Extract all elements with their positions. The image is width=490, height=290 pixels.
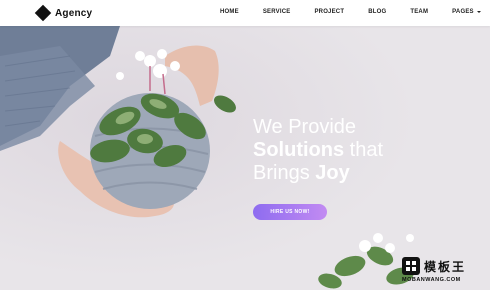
nav-pages-label: PAGES [452,9,474,15]
nav-project[interactable]: PROJECT [314,9,344,15]
site-watermark: 模板王 MOBANWANG.COM [402,256,484,286]
watermark-icon [402,257,420,275]
top-navbar: Agency HOME SERVICE PROJECT BLOG TEAM PA… [0,0,490,26]
logo-icon [34,4,52,22]
watermark-url: MOBANWANG.COM [402,277,461,283]
hero-background-image [0,26,490,290]
main-menu: HOME SERVICE PROJECT BLOG TEAM PAGES [220,9,481,15]
watermark-name: 模板王 [424,259,467,274]
hero-headline: We Provide Solutions that Brings Joy [253,116,383,185]
brand-logo[interactable]: Agency [34,4,93,22]
watermark-logo: 模板王 [402,256,484,276]
headline-joy: Joy [315,162,350,184]
headline-brings: Brings [253,162,310,184]
hero-section: We Provide Solutions that Brings Joy HIR… [0,26,490,290]
nav-home[interactable]: HOME [220,9,239,15]
nav-service[interactable]: SERVICE [263,9,291,15]
chevron-down-icon [476,11,481,13]
headline-solutions: Solutions [253,139,345,161]
headline-that: that [349,139,384,161]
nav-blog[interactable]: BLOG [368,9,386,15]
nav-pages[interactable]: PAGES [452,9,481,15]
headline-line-1: We Provide [253,116,357,138]
brand-name: Agency [55,7,93,19]
nav-team[interactable]: TEAM [410,9,428,15]
hire-us-button[interactable]: HIRE US NOW! [253,204,327,220]
